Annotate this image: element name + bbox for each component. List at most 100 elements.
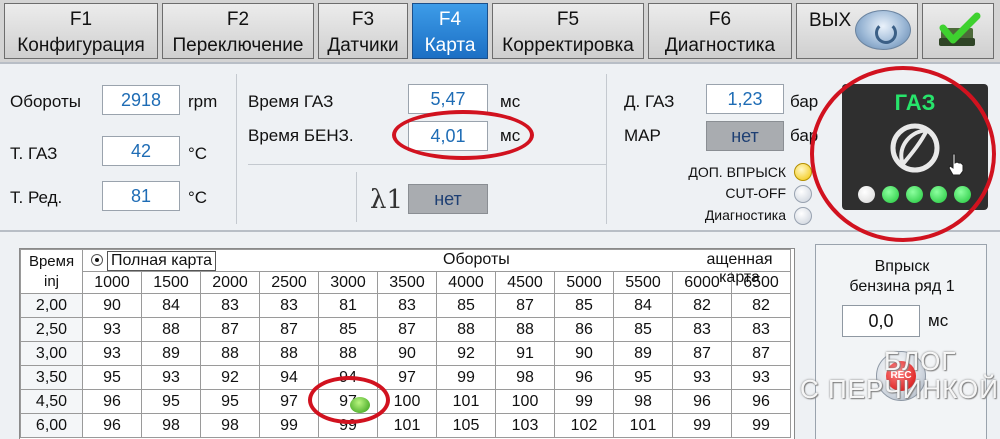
map-cell[interactable]: 82: [731, 293, 791, 318]
map-cell[interactable]: 95: [200, 389, 260, 414]
map-cell[interactable]: 93: [672, 365, 732, 390]
tab-configuration[interactable]: F1 Конфигурация: [4, 3, 158, 59]
map-cell[interactable]: 101: [613, 413, 673, 438]
map-cell[interactable]: 98: [495, 365, 555, 390]
map-cell[interactable]: 96: [731, 389, 791, 414]
map-cell[interactable]: 93: [731, 365, 791, 390]
fuel-level-leds: [858, 186, 978, 204]
map-cell[interactable]: 87: [495, 293, 555, 318]
map-cell[interactable]: 85: [613, 317, 673, 342]
map-cell[interactable]: 99: [731, 413, 791, 438]
map-cell[interactable]: 103: [495, 413, 555, 438]
map-cell[interactable]: 90: [554, 341, 614, 366]
tab-switching[interactable]: F2 Переключение: [162, 3, 314, 59]
map-cell[interactable]: 83: [200, 293, 260, 318]
map-cell[interactable]: 84: [613, 293, 673, 318]
map-cell[interactable]: 88: [495, 317, 555, 342]
map-cell[interactable]: 95: [82, 365, 142, 390]
reduced-map-label[interactable]: ащенная карта: [689, 251, 790, 287]
map-cell[interactable]: 93: [82, 341, 142, 366]
map-cell[interactable]: 98: [141, 413, 201, 438]
map-cell[interactable]: 102: [554, 413, 614, 438]
map-cell[interactable]: 91: [495, 341, 555, 366]
map-cell[interactable]: 89: [141, 341, 201, 366]
map-cell[interactable]: 97: [377, 365, 437, 390]
gas-time-unit: мс: [500, 92, 521, 111]
map-cell[interactable]: 95: [141, 389, 201, 414]
map-cell[interactable]: 88: [200, 341, 260, 366]
map-cell[interactable]: 99: [318, 413, 378, 438]
map-cell[interactable]: 87: [731, 341, 791, 366]
led-indicator: [930, 186, 947, 203]
map-cell[interactable]: 88: [318, 341, 378, 366]
map-cell[interactable]: 85: [436, 293, 496, 318]
table-row: 3,50 95 93 92 94 94 97 99 98 96 95 93 93: [20, 365, 791, 390]
tab-diagnostics[interactable]: F6 Диагностика: [648, 3, 792, 59]
map-cell[interactable]: 86: [554, 317, 614, 342]
tab-bar: F1 Конфигурация F2 Переключение F3 Датчи…: [0, 0, 1000, 62]
map-cell[interactable]: 95: [613, 365, 673, 390]
map-cell[interactable]: 101: [377, 413, 437, 438]
full-map-label[interactable]: Полная карта: [107, 251, 217, 271]
map-cell[interactable]: 93: [82, 317, 142, 342]
map-cell[interactable]: 83: [672, 317, 732, 342]
extra-injection-label: ДОП. ВПРЫСК: [688, 164, 786, 180]
map-cell[interactable]: 83: [259, 293, 319, 318]
map-cell[interactable]: 88: [259, 341, 319, 366]
injection-title-line1: Впрыск: [874, 258, 930, 275]
map-cell[interactable]: 89: [613, 341, 673, 366]
map-cell[interactable]: 100: [495, 389, 555, 414]
exit-button[interactable]: ВЫХ: [796, 3, 918, 59]
lambda-value: нет: [408, 184, 488, 214]
map-cell[interactable]: 87: [259, 317, 319, 342]
map-cell[interactable]: 105: [436, 413, 496, 438]
injection-map-grid: Время inj Полная карта Обороты ащенная к…: [19, 248, 795, 439]
map-cell[interactable]: 99: [259, 413, 319, 438]
map-cell[interactable]: 96: [672, 389, 732, 414]
map-cell[interactable]: 92: [436, 341, 496, 366]
map-cell[interactable]: 85: [318, 317, 378, 342]
map-cell[interactable]: 88: [436, 317, 496, 342]
map-cell[interactable]: 85: [554, 293, 614, 318]
tab-correction[interactable]: F5 Корректировка: [492, 3, 644, 59]
tab-sensors[interactable]: F3 Датчики: [318, 3, 408, 59]
reducer-temp-value: 81: [102, 181, 180, 211]
map-cell[interactable]: 94: [318, 365, 378, 390]
map-cell[interactable]: 87: [377, 317, 437, 342]
map-cell[interactable]: 92: [200, 365, 260, 390]
map-cell[interactable]: 98: [613, 389, 673, 414]
map-cell[interactable]: 87: [200, 317, 260, 342]
apply-button[interactable]: [922, 3, 994, 59]
inj-row-header: 6,00: [20, 413, 83, 438]
map-cell[interactable]: 83: [731, 317, 791, 342]
map-cell[interactable]: 90: [82, 293, 142, 318]
full-map-radio[interactable]: [91, 254, 103, 266]
map-cell[interactable]: 84: [141, 293, 201, 318]
map-cell[interactable]: 96: [82, 413, 142, 438]
map-cell[interactable]: 96: [554, 365, 614, 390]
map-cell[interactable]: 96: [82, 389, 142, 414]
map-cell[interactable]: 99: [672, 413, 732, 438]
map-cell[interactable]: 94: [259, 365, 319, 390]
map-cell[interactable]: 100: [377, 389, 437, 414]
gas-pressure-unit: бар: [790, 92, 819, 111]
map-cell[interactable]: 98: [200, 413, 260, 438]
led-indicator: [906, 186, 923, 203]
map-cell[interactable]: 83: [377, 293, 437, 318]
map-cell[interactable]: 82: [672, 293, 732, 318]
power-icon: [855, 10, 911, 50]
map-cell[interactable]: 81: [318, 293, 378, 318]
map-cell[interactable]: 93: [141, 365, 201, 390]
fuel-switch-button[interactable]: ГАЗ: [842, 84, 988, 210]
map-cell[interactable]: 87: [672, 341, 732, 366]
map-cell[interactable]: 90: [377, 341, 437, 366]
map-cell[interactable]: 99: [554, 389, 614, 414]
map-cell[interactable]: 97: [259, 389, 319, 414]
gas-time-label: Время ГАЗ: [248, 92, 334, 111]
map-cell[interactable]: 101: [436, 389, 496, 414]
inj-row-header: 2,00: [20, 293, 83, 318]
map-cell[interactable]: 99: [436, 365, 496, 390]
gas-temp-value: 42: [102, 136, 180, 166]
tab-map[interactable]: F4 Карта: [412, 3, 488, 59]
map-cell[interactable]: 88: [141, 317, 201, 342]
